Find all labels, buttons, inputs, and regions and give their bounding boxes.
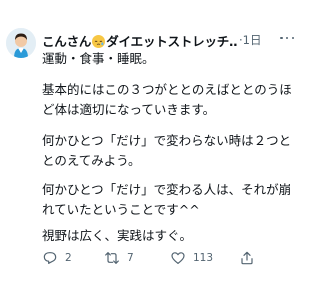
tweet-header: こんさん ダイエットストレッチ… ·1日: [42, 30, 296, 50]
author-name[interactable]: こんさん ダイエットストレッチ…: [42, 31, 237, 50]
tweet-paragraph-5: 視野は広く、実践はすぐ。: [42, 228, 193, 243]
sleepy-face-icon: [92, 34, 106, 48]
avatar[interactable]: [6, 28, 36, 58]
retweet-count: 7: [127, 252, 134, 264]
tweet-paragraph-4: 何かひとつ「だけ」で変わる人は、それが崩れていたということです^^: [42, 182, 292, 217]
reply-count: 2: [65, 252, 72, 264]
reply-button[interactable]: 2: [42, 248, 72, 268]
author-name-suffix: ダイエットストレッチ…: [106, 33, 237, 49]
more-horizontal-icon[interactable]: [280, 33, 294, 43]
tweet-paragraph-3: 何かひとつ「だけ」で変わらない時は２つととのえてみよう。: [42, 133, 292, 168]
tweet-time[interactable]: ·1日: [239, 32, 261, 48]
share-button[interactable]: [239, 248, 255, 268]
like-button[interactable]: 113: [170, 248, 213, 268]
tweet-actions: 2 7 113: [42, 248, 296, 268]
tweet-paragraph-2: 基本的にはこの３つがととのえばととのうほど体は適切になっていきます。: [42, 82, 292, 117]
tweet-paragraph-1: 運動・食事・睡眠。: [42, 51, 155, 66]
retweet-button[interactable]: 7: [104, 248, 134, 268]
like-count: 113: [193, 252, 214, 264]
share-icon: [241, 251, 253, 265]
retweet-icon: [105, 252, 119, 264]
heart-icon: [171, 252, 185, 264]
author-name-text: こんさん: [42, 33, 92, 49]
reply-icon: [43, 252, 57, 264]
